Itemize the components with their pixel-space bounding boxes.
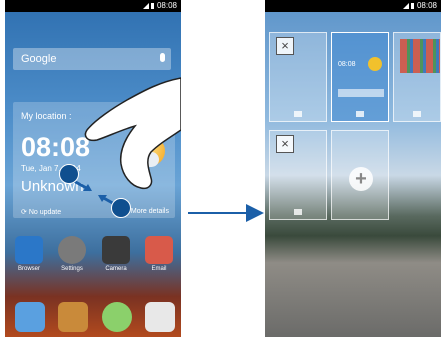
app-row-miniature [338,89,384,97]
sun-icon [368,57,382,71]
app-label-browser: Browser [17,266,40,272]
signal-icon [142,2,149,9]
camera-icon[interactable] [102,236,130,264]
more-details-link[interactable]: More details [131,208,169,215]
close-icon[interactable]: × [276,135,294,153]
battery-icon [150,2,154,9]
battery-icon [410,2,414,9]
screen-thumbnail-3[interactable] [393,32,441,122]
home-icon [294,111,302,117]
thumbnail-time: 08:08 [338,61,356,68]
finger-marker-upper [59,164,79,184]
screen-thumbnail-2[interactable]: 08:08 [331,32,389,122]
home-icon [413,111,421,117]
play-store-icon[interactable] [145,302,175,332]
home-icon [356,111,364,117]
status-time: 08:08 [416,1,437,10]
finger-marker-lower [111,198,131,218]
signal-icon [402,2,409,9]
app-label-settings: Settings [61,266,83,272]
add-icon[interactable]: + [349,167,373,191]
transition-arrow [188,204,264,222]
screen-thumbnail-1[interactable]: × [269,32,327,122]
location-label: My location : [21,111,72,121]
status-bar: 08:08 [5,0,181,12]
app-label-camera: Camera [105,266,127,272]
close-icon[interactable]: × [276,37,294,55]
app-label-email: Email [151,266,167,272]
messages-icon[interactable] [102,302,132,332]
status-time: 08:08 [156,1,177,10]
browser-icon[interactable] [15,236,43,264]
apps-grid-miniature [400,39,440,73]
contacts-icon[interactable] [58,302,88,332]
arrow-head [246,204,264,222]
add-screen-thumbnail[interactable]: + [331,130,389,220]
status-bar: 08:08 [265,0,441,12]
gear-icon[interactable] [58,236,86,264]
screen-overview-phone: 08:08 × 08:08 × + [265,0,441,337]
email-icon[interactable] [145,236,173,264]
phone-icon[interactable] [15,302,45,332]
home-icon [294,209,302,215]
search-label: Google [21,53,57,65]
screen-thumbnail-4[interactable]: × [269,130,327,220]
home-screen-phone: 08:08 Google My location : 08:08 Tue, Ja… [5,0,181,337]
